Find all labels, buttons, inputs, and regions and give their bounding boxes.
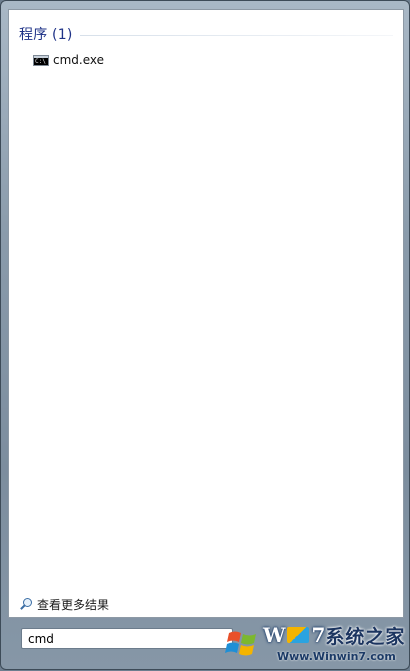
- result-item-label: cmd.exe: [53, 53, 105, 67]
- search-input[interactable]: [28, 631, 232, 646]
- watermark-brand: W 7 系统之家: [263, 623, 406, 648]
- see-more-results-label: 查看更多结果: [37, 597, 110, 612]
- start-menu-frame: 程序 (1) C:\ cmd.exe 查看更多结果 W 7 系统之家 Www.W…: [0, 0, 410, 670]
- result-item-cmd[interactable]: C:\ cmd.exe: [29, 50, 108, 70]
- watermark-logo: W 7 系统之家 Www.Winwin7.com: [221, 619, 410, 671]
- see-more-results-link[interactable]: 查看更多结果: [19, 595, 109, 613]
- group-divider: [80, 34, 393, 36]
- search-field[interactable]: [21, 628, 233, 649]
- brand-badge: [287, 627, 310, 643]
- windows-logo-icon: [225, 631, 256, 656]
- watermark-url: Www.Winwin7.com: [277, 650, 396, 663]
- results-group-header[interactable]: 程序 (1): [19, 24, 393, 44]
- brand-chinese: 系统之家: [325, 625, 406, 648]
- brand-prefix: W: [263, 623, 286, 647]
- search-icon: [19, 597, 33, 611]
- brand-suffix: 7: [311, 623, 326, 647]
- console-icon: C:\: [33, 54, 49, 66]
- results-group-title: 程序 (1): [19, 27, 73, 43]
- search-results-pane: 程序 (1) C:\ cmd.exe 查看更多结果: [8, 9, 404, 618]
